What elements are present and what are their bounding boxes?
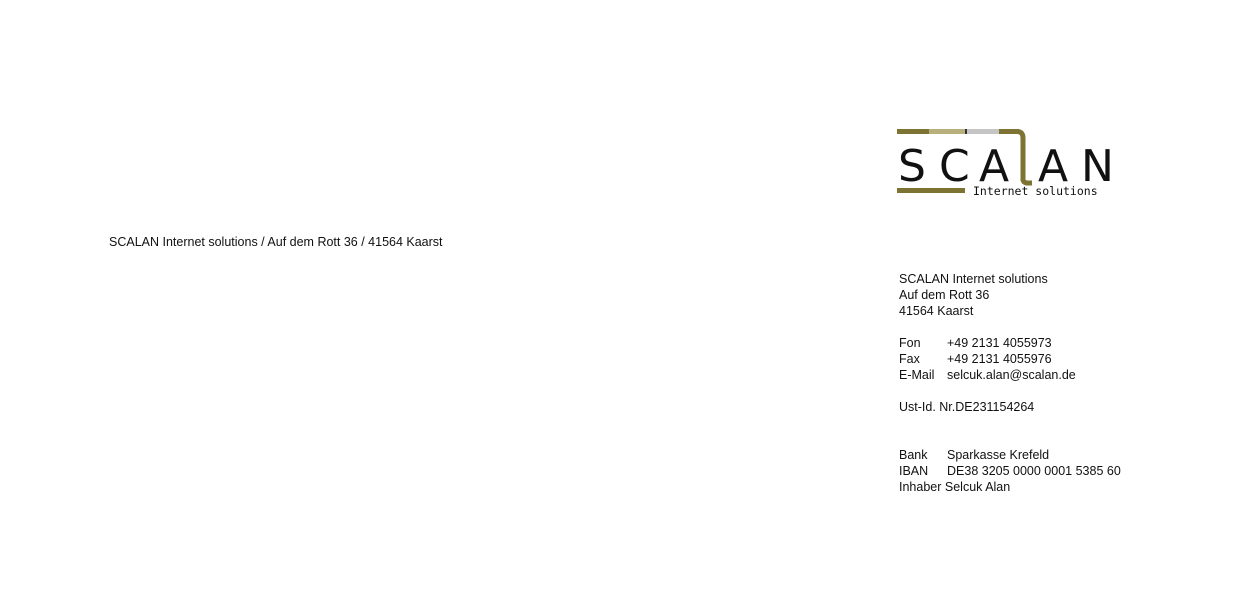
contact-fax: Fax +49 2131 4055976 — [899, 351, 1121, 367]
company-city: 41564 Kaarst — [899, 304, 974, 318]
bank-name: Bank Sparkasse Krefeld — [899, 447, 1121, 463]
bank-iban: IBAN DE38 3205 0000 0001 5385 60 — [899, 463, 1121, 479]
iban-value: DE38 3205 0000 0001 5385 60 — [947, 464, 1121, 478]
iban-label: IBAN — [899, 464, 929, 478]
scalan-logo: S C A A N Internet solutions — [895, 127, 1125, 199]
logo-l-foot — [1020, 178, 1032, 186]
tax-id: Ust-Id. Nr.DE231154264 — [899, 400, 1035, 414]
email-link[interactable]: selcuk.alan@scalan.de — [947, 367, 1076, 383]
logo-bar-olive — [897, 129, 929, 134]
phone-value: +49 2131 4055973 — [947, 336, 1052, 350]
bank-value: Sparkasse Krefeld — [947, 448, 1050, 462]
phone-label: Fon — [899, 336, 921, 350]
fax-label: Fax — [899, 352, 920, 366]
owner-label: Inhaber — [899, 480, 942, 494]
logo-bar-khaki — [929, 129, 965, 134]
company-street: Auf dem Rott 36 — [899, 288, 990, 302]
owner: Inhaber Selcuk Alan — [899, 479, 1121, 495]
logo-bar-dark — [965, 129, 967, 134]
bank-label: Bank — [899, 448, 928, 462]
sender-return-address: SCALAN Internet solutions / Auf dem Rott… — [109, 235, 443, 249]
logo-bar-grey — [967, 129, 999, 134]
logo-letter-s: S — [898, 141, 926, 192]
contact-phone: Fon +49 2131 4055973 — [899, 335, 1121, 351]
logo-bar-olive-right — [999, 129, 1019, 134]
company-name: SCALAN Internet solutions — [899, 272, 1048, 286]
owner-value: Selcuk Alan — [944, 480, 1011, 494]
fax-value: +49 2131 4055976 — [947, 352, 1052, 366]
company-info-block: SCALAN Internet solutions Auf dem Rott 3… — [899, 271, 1121, 495]
logo-letter-c: C — [939, 141, 970, 192]
logo-l-stem — [1016, 129, 1026, 181]
email-label: E-Mail — [899, 368, 935, 382]
contact-email: E-Mail selcuk.alan@scalan.de — [899, 367, 1121, 383]
logo-tagline: Internet solutions — [973, 184, 1098, 198]
